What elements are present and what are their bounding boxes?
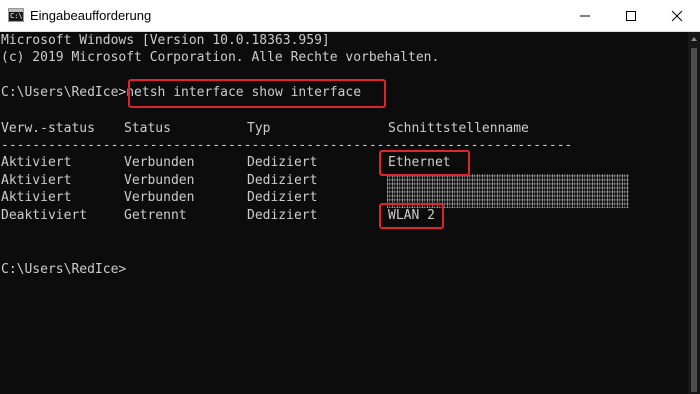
prompt: C:\Users\RedIce> (1, 85, 127, 100)
maximize-button[interactable] (608, 0, 654, 31)
column-header-admin: Verw.-status (1, 121, 95, 136)
table-cell: Aktiviert (1, 190, 72, 205)
version-line: Microsoft Windows [Version 10.0.18363.95… (1, 33, 330, 48)
close-icon (671, 10, 683, 22)
table-cell: Dediziert (247, 173, 318, 188)
minimize-icon (580, 15, 590, 17)
table-cell: Aktiviert (1, 155, 72, 170)
copyright-line: (c) 2019 Microsoft Corporation. Alle Rec… (1, 50, 440, 65)
table-cell: Dediziert (247, 208, 318, 223)
scroll-thumb[interactable] (691, 48, 697, 392)
ethernet-highlight-box (379, 150, 470, 176)
prompt-line: C:\Users\RedIce> (1, 262, 127, 277)
command-highlight-box (128, 79, 386, 108)
maximize-icon (626, 11, 636, 21)
vertical-scrollbar[interactable] (688, 32, 700, 394)
wlan-highlight-box (379, 203, 444, 229)
cmd-icon[interactable]: C:\ (8, 8, 24, 22)
table-cell: Getrennt (124, 208, 187, 223)
table-cell: Dediziert (247, 190, 318, 205)
table-cell: Verbunden (124, 190, 195, 205)
table-cell: Deaktiviert (1, 208, 88, 223)
column-header-status: Status (124, 121, 171, 136)
scroll-up-button[interactable] (688, 32, 700, 46)
chevron-up-icon (691, 37, 697, 41)
command-prompt-window: C:\ Eingabeaufforderung Microsoft Window… (0, 0, 700, 394)
separator-line: ----------------------------------------… (1, 138, 573, 153)
minimize-button[interactable] (562, 0, 608, 31)
column-header-name: Schnittstellenname (388, 121, 529, 136)
table-cell: Dediziert (247, 155, 318, 170)
table-cell: Aktiviert (1, 173, 72, 188)
title-bar[interactable]: C:\ Eingabeaufforderung (0, 0, 700, 32)
table-cell: Verbunden (124, 155, 195, 170)
close-button[interactable] (654, 0, 700, 31)
column-header-type: Typ (247, 121, 271, 136)
window-title: Eingabeaufforderung (30, 8, 152, 23)
table-cell: Verbunden (124, 173, 195, 188)
